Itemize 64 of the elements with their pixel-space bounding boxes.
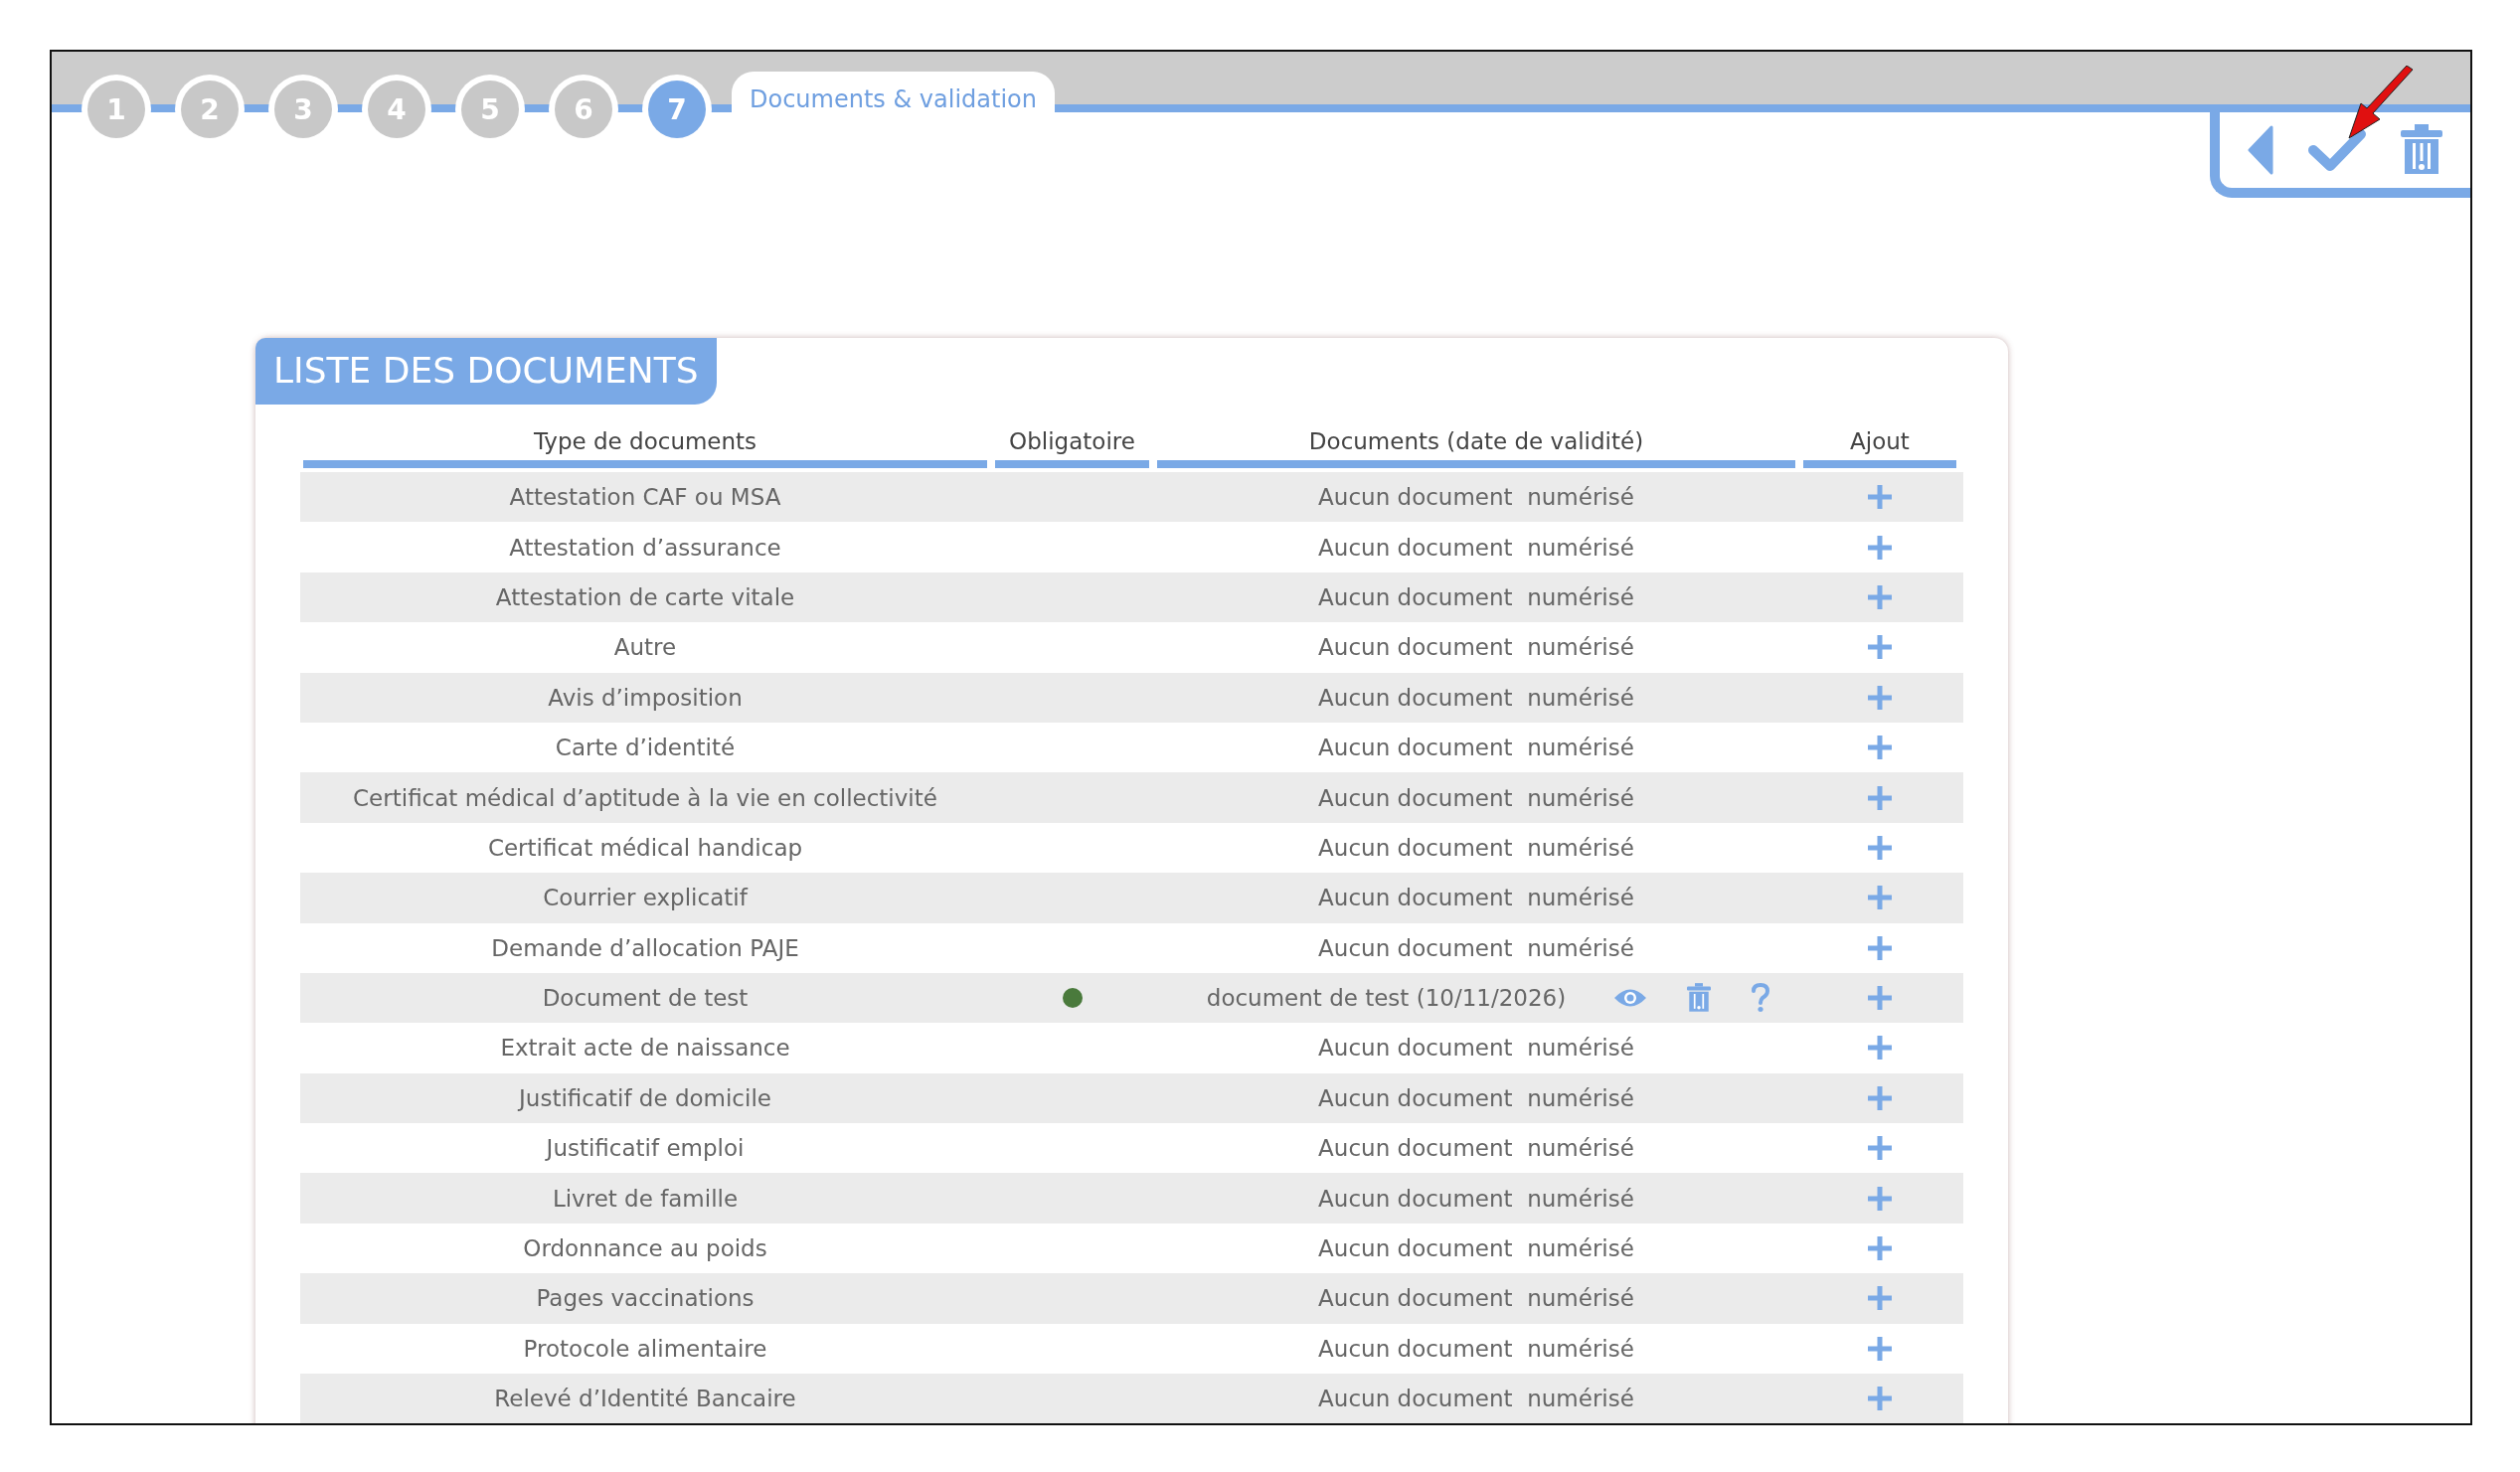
- back-icon[interactable]: [2247, 125, 2273, 175]
- add-icon[interactable]: [1867, 684, 1893, 711]
- add-icon[interactable]: [1867, 1185, 1893, 1212]
- document-type: Justificatif emploi: [544, 1135, 746, 1162]
- document-status: Aucun document numérisé: [1318, 484, 1634, 511]
- document-status: Aucun document numérisé: [1318, 885, 1634, 911]
- document-status: Aucun document numérisé: [1318, 784, 1634, 811]
- add-icon[interactable]: [1867, 634, 1893, 661]
- document-type: Protocole alimentaire: [522, 1335, 768, 1362]
- document-status: Aucun document numérisé: [1318, 934, 1634, 961]
- document-status: Aucun document numérisé: [1318, 684, 1634, 711]
- document-type: Pages vaccinations: [535, 1285, 756, 1312]
- document-status: Aucun document numérisé: [1318, 1185, 1634, 1212]
- document-type: Attestation d’assurance: [508, 534, 782, 561]
- document-type: Certificat médical d’aptitude à la vie en collectivité: [352, 784, 938, 811]
- add-icon[interactable]: [1867, 735, 1893, 761]
- trash-icon[interactable]: [1687, 983, 1712, 1014]
- document-type: Justificatif de domicile: [516, 1084, 772, 1111]
- trash-icon[interactable]: [2401, 124, 2443, 176]
- document-type: Document de test: [541, 985, 750, 1012]
- panel-title: LISTE DES DOCUMENTS: [255, 338, 717, 405]
- add-icon[interactable]: [1867, 1135, 1893, 1162]
- document-status: Aucun document numérisé: [1318, 534, 1634, 561]
- add-icon[interactable]: [1867, 1235, 1893, 1262]
- document-type: Relevé d’Identité Bancaire: [493, 1386, 797, 1412]
- add-icon[interactable]: [1867, 1386, 1893, 1412]
- add-icon[interactable]: [1867, 934, 1893, 961]
- add-icon[interactable]: [1867, 1084, 1893, 1111]
- document-type: Attestation de carte vitale: [494, 583, 796, 610]
- document-status: Aucun document numérisé: [1318, 1386, 1634, 1412]
- document-status: Aucun document numérisé: [1318, 1084, 1634, 1111]
- document-type: Autre: [612, 634, 678, 661]
- add-icon[interactable]: [1867, 885, 1893, 911]
- document-status: Aucun document numérisé: [1318, 583, 1634, 610]
- document-status: Aucun document numérisé: [1318, 634, 1634, 661]
- add-icon[interactable]: [1867, 784, 1893, 811]
- add-icon[interactable]: [1867, 484, 1893, 511]
- add-icon[interactable]: [1867, 1035, 1893, 1062]
- document-status: Aucun document numérisé: [1318, 1035, 1634, 1062]
- add-icon[interactable]: [1867, 985, 1893, 1012]
- add-icon[interactable]: [1867, 1335, 1893, 1362]
- document-type: Attestation CAF ou MSA: [508, 484, 782, 511]
- document-type: Carte d’identité: [554, 735, 737, 761]
- add-icon[interactable]: [1867, 1285, 1893, 1312]
- document-type: Livret de famille: [551, 1185, 740, 1212]
- add-icon[interactable]: [1867, 834, 1893, 861]
- document-status: Aucun document numérisé: [1318, 1285, 1634, 1312]
- add-icon[interactable]: [1867, 583, 1893, 610]
- add-icon[interactable]: [1867, 534, 1893, 561]
- help-icon[interactable]: [1751, 983, 1771, 1014]
- document-status: Aucun document numérisé: [1318, 1335, 1634, 1362]
- document-type: Ordonnance au poids: [522, 1235, 768, 1262]
- step-circle[interactable]: 7: [648, 81, 706, 138]
- document-name: document de test (10/11/2026): [1206, 985, 1567, 1012]
- check-icon[interactable]: [2308, 128, 2366, 172]
- document-status: Aucun document numérisé: [1318, 1235, 1634, 1262]
- document-type: Demande d’allocation PAJE: [490, 934, 800, 961]
- document-status: Aucun document numérisé: [1318, 735, 1634, 761]
- document-type: Certificat médical handicap: [486, 834, 804, 861]
- document-type: Avis d’imposition: [547, 684, 744, 711]
- document-status: Aucun document numérisé: [1318, 1135, 1634, 1162]
- document-type: Courrier explicatif: [542, 885, 750, 911]
- document-status: Aucun document numérisé: [1318, 834, 1634, 861]
- document-type: Extrait acte de naissance: [499, 1035, 791, 1062]
